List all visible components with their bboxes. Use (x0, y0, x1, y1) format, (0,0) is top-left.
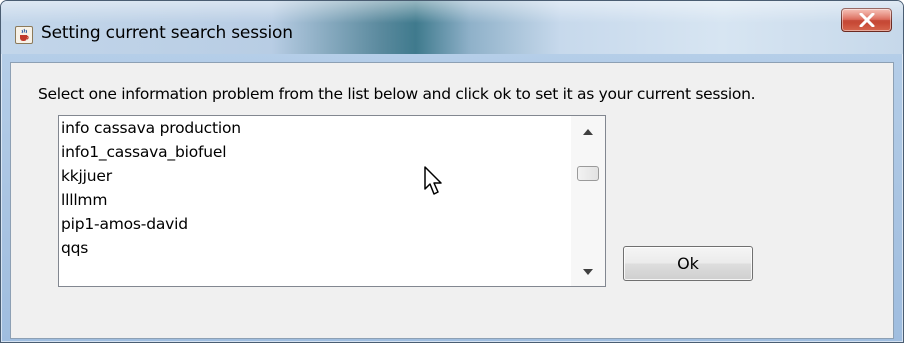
session-listbox[interactable]: info cassava production info1_cassava_bi… (58, 115, 606, 287)
mouse-cursor-icon (424, 166, 442, 195)
list-item[interactable]: kkjjuer (59, 164, 571, 188)
dialog-window: Setting current search session Select on… (0, 0, 904, 343)
scroll-up-button[interactable] (571, 120, 605, 144)
list-item[interactable]: pip1-amos-david (59, 212, 571, 236)
arrow-up-icon (583, 129, 593, 135)
java-cup-icon (15, 26, 33, 44)
dialog-content: Select one information problem from the … (10, 62, 894, 339)
close-icon (859, 13, 875, 27)
instruction-text: Select one information problem from the … (38, 85, 756, 103)
scroll-down-button[interactable] (571, 260, 605, 284)
scroll-thumb[interactable] (577, 166, 599, 181)
close-button[interactable] (841, 8, 892, 32)
arrow-down-icon (583, 269, 593, 275)
vertical-scrollbar[interactable] (571, 116, 605, 286)
ok-button[interactable]: Ok (623, 246, 753, 281)
list-item[interactable]: qqs (59, 236, 571, 260)
title-bar[interactable]: Setting current search session (1, 1, 903, 54)
list-item[interactable]: llllmm (59, 188, 571, 212)
list-items: info cassava production info1_cassava_bi… (59, 116, 571, 286)
window-title: Setting current search session (41, 23, 293, 43)
list-item[interactable]: info cassava production (59, 116, 571, 140)
list-item[interactable]: info1_cassava_biofuel (59, 140, 571, 164)
